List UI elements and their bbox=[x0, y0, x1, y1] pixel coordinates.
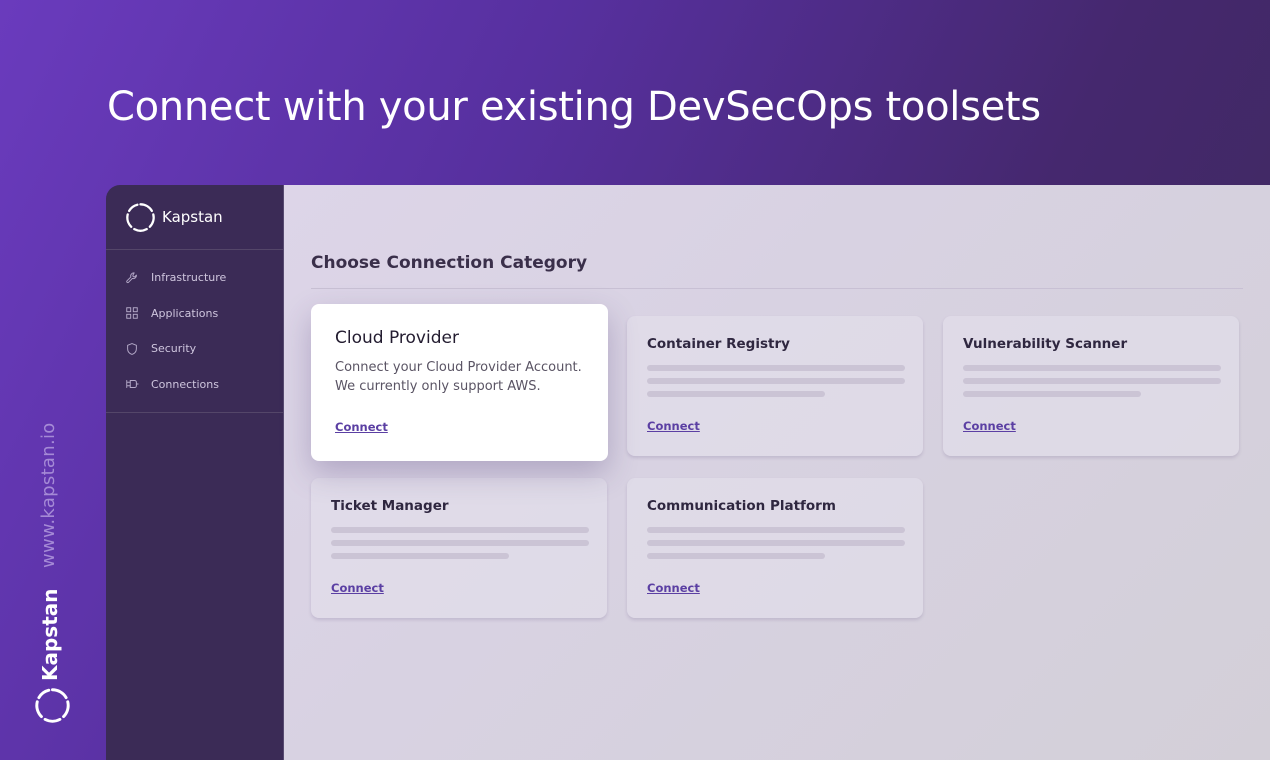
kapstan-logo-icon bbox=[35, 688, 70, 723]
skeleton-line bbox=[331, 527, 589, 533]
kapstan-logo-icon bbox=[126, 202, 155, 232]
skeleton-line bbox=[647, 540, 905, 546]
skeleton-line bbox=[647, 365, 905, 371]
card-description: Connect your Cloud Provider Account. We … bbox=[335, 360, 582, 394]
card-container-registry[interactable]: Container Registry Connect bbox=[627, 316, 923, 456]
card-title: Ticket Manager bbox=[331, 498, 449, 514]
sidebar-item-label: Connections bbox=[151, 377, 219, 391]
card-title: Cloud Provider bbox=[335, 328, 459, 348]
connect-link[interactable]: Connect bbox=[963, 419, 1016, 433]
sidebar-brand[interactable]: Kapstan bbox=[106, 185, 283, 250]
skeleton-line bbox=[963, 365, 1221, 371]
card-communication-platform[interactable]: Communication Platform Connect bbox=[627, 478, 923, 618]
skeleton-line bbox=[331, 540, 589, 546]
app-window: Kapstan Infrastructure Applications Secu… bbox=[106, 185, 1270, 760]
skeleton-line bbox=[963, 378, 1221, 384]
side-url: www.kapstan.io bbox=[38, 422, 59, 568]
side-brand-name: Kapstan bbox=[38, 588, 62, 681]
grid-icon bbox=[126, 307, 138, 319]
card-title: Vulnerability Scanner bbox=[963, 336, 1128, 352]
card-ticket-manager[interactable]: Ticket Manager Connect bbox=[311, 478, 607, 618]
skeleton-line bbox=[963, 391, 1141, 397]
connect-link[interactable]: Connect bbox=[331, 581, 384, 595]
skeleton-line bbox=[331, 553, 509, 559]
section-title: Choose Connection Category bbox=[311, 253, 588, 273]
plug-icon bbox=[126, 380, 139, 389]
sidebar-nav: Infrastructure Applications Security Con… bbox=[106, 250, 283, 413]
sidebar-item-label: Applications bbox=[151, 306, 219, 320]
skeleton-line bbox=[647, 391, 825, 397]
connect-link[interactable]: Connect bbox=[647, 419, 700, 433]
sidebar-item-infrastructure[interactable]: Infrastructure bbox=[106, 260, 283, 296]
skeleton-line bbox=[647, 553, 825, 559]
main-content: Choose Connection Category Ticket Manage… bbox=[284, 185, 1270, 760]
card-cloud-provider[interactable]: Cloud Provider Connect your Cloud Provid… bbox=[311, 304, 608, 461]
skeleton-line bbox=[647, 527, 905, 533]
skeleton-line bbox=[647, 378, 905, 384]
headline: Connect with your existing DevSecOps too… bbox=[107, 84, 1041, 130]
card-title: Container Registry bbox=[647, 336, 790, 352]
brand-name: Kapstan bbox=[162, 208, 223, 226]
sidebar-item-label: Security bbox=[151, 342, 197, 356]
wrench-icon bbox=[126, 272, 137, 283]
sidebar-item-connections[interactable]: Connections bbox=[106, 367, 283, 403]
sidebar-item-applications[interactable]: Applications bbox=[106, 296, 283, 332]
connect-link[interactable]: Connect bbox=[335, 420, 388, 434]
divider bbox=[311, 288, 1243, 289]
sidebar-item-label: Infrastructure bbox=[151, 271, 227, 285]
card-title: Communication Platform bbox=[647, 498, 836, 514]
card-vulnerability-scanner[interactable]: Vulnerability Scanner Connect bbox=[943, 316, 1239, 456]
sidebar: Kapstan Infrastructure Applications Secu… bbox=[106, 185, 284, 760]
shield-icon bbox=[127, 342, 137, 355]
connect-link[interactable]: Connect bbox=[647, 581, 700, 595]
sidebar-item-security[interactable]: Security bbox=[106, 331, 283, 367]
